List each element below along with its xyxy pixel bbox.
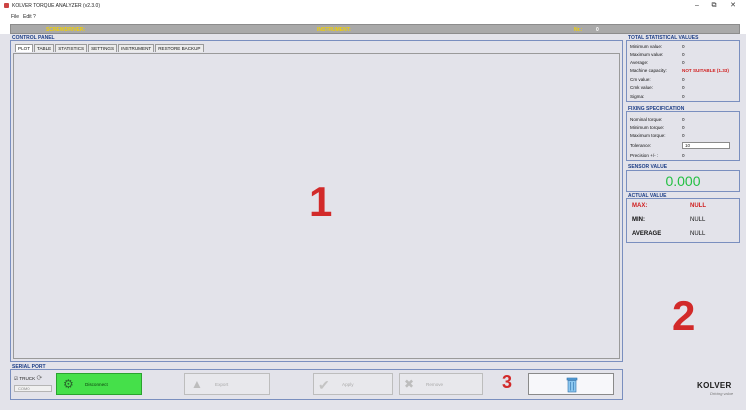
stat-capacity-value: NOT SUITABLE (1.33) xyxy=(682,68,729,73)
tolerance-input[interactable]: 10 xyxy=(682,142,730,149)
stat-min-value: 0 xyxy=(682,44,685,49)
plug-icon: ⚙ xyxy=(63,377,74,391)
stat-cm-value: 0 xyxy=(682,77,685,82)
actual-average-value: NULL xyxy=(690,231,706,237)
refresh-icon[interactable]: ⟳ xyxy=(36,375,42,382)
precision-label: Precision +/- : xyxy=(630,153,659,158)
count-label: Nr.: xyxy=(574,27,583,33)
stat-max-value: 0 xyxy=(682,52,685,57)
apply-label: Apply xyxy=(342,382,354,387)
export-icon: ▲ xyxy=(191,377,203,391)
actual-max-value: NULL xyxy=(690,203,706,209)
instrument-label: INSTRUMENT: xyxy=(317,27,351,33)
kolver-tagline: Driving value xyxy=(710,391,734,396)
maximum-torque-value: 0 xyxy=(682,133,685,138)
stat-cmk-value: 0 xyxy=(682,85,685,90)
tab-settings[interactable]: SETTINGS xyxy=(88,44,118,52)
trash-button[interactable] xyxy=(528,373,614,395)
connect-button[interactable]: ⚙ Disconnect xyxy=(56,373,142,395)
screwdriver-label: SCREWDRIVER: xyxy=(46,27,86,33)
com-port-select[interactable]: COM0 xyxy=(14,385,52,392)
kolver-logo: KOLVER xyxy=(697,381,732,390)
stat-average-label: Average: xyxy=(630,60,649,65)
remove-label: Remove xyxy=(426,382,444,387)
menu-help[interactable]: ? xyxy=(33,14,36,20)
menu-edit[interactable]: Edit xyxy=(23,14,32,20)
tab-table[interactable]: TABLE xyxy=(34,44,55,52)
export-button[interactable]: ▲ Export xyxy=(184,373,270,395)
remove-file-icon: ✖ xyxy=(404,377,415,391)
sensor-value: 0.000 xyxy=(665,173,701,189)
stat-sigma-label: Sigma: xyxy=(630,94,645,99)
maximize-button[interactable]: ⧉ xyxy=(707,1,721,11)
actual-min-value: NULL xyxy=(690,217,706,223)
info-bar: SCREWDRIVER: INSTRUMENT: Nr.: 0 xyxy=(10,24,740,34)
minimize-button[interactable]: – xyxy=(690,1,704,11)
close-button[interactable]: ✕ xyxy=(726,1,740,11)
check-icon: ✔ xyxy=(318,377,330,393)
nominal-torque-label: Nominal torque: xyxy=(630,117,663,122)
control-tabs: PLOT TABLE STATISTICS SETTINGS INSTRUMEN… xyxy=(15,44,205,53)
tab-restore-backup[interactable]: RESTORE BACKUP xyxy=(155,44,204,52)
stat-sigma-value: 0 xyxy=(682,94,685,99)
stat-capacity-label: Machine capacity: xyxy=(630,68,667,73)
app-icon xyxy=(4,3,9,8)
actual-min-label: MIN: xyxy=(632,217,645,223)
truck-toggle[interactable]: ☑ TRUCK ⟳ xyxy=(14,374,42,382)
title-bar: KOLVER TORQUE ANALYZER (v2.3.0) – ⧉ ✕ xyxy=(0,0,746,12)
stat-cmk-label: Cmk value: xyxy=(630,85,653,90)
tab-statistics[interactable]: STATISTICS xyxy=(55,44,88,52)
apply-button[interactable]: ✔ Apply xyxy=(313,373,393,395)
annotation-2: 2 xyxy=(672,292,696,339)
annotation-1: 1 xyxy=(309,178,333,225)
maximum-torque-label: Maximum torque: xyxy=(630,133,666,138)
count-value: 0 xyxy=(596,27,599,33)
tolerance-label: Tolerance: xyxy=(630,143,652,148)
nominal-torque-value: 0 xyxy=(682,117,685,122)
tab-plot[interactable]: PLOT xyxy=(15,44,33,52)
remove-button[interactable]: ✖ Remove xyxy=(399,373,483,395)
window-title: KOLVER TORQUE ANALYZER (v2.3.0) xyxy=(12,3,100,9)
trash-icon xyxy=(566,377,578,393)
menu-file[interactable]: File xyxy=(11,14,19,20)
stat-cm-label: Cm value: xyxy=(630,77,651,82)
menu-bar: File Edit ? xyxy=(0,12,746,21)
tab-instrument[interactable]: INSTRUMENT xyxy=(118,44,155,52)
actual-average-label: AVERAGE xyxy=(632,231,662,237)
actual-max-label: MAX: xyxy=(632,203,648,209)
truck-label: TRUCK xyxy=(19,376,36,381)
stat-max-label: Maximum value: xyxy=(630,52,664,57)
precision-value: 0 xyxy=(682,153,685,158)
export-label: Export xyxy=(215,382,229,387)
minimum-torque-label: Minimum torque: xyxy=(630,125,665,130)
stat-min-label: Minimum value: xyxy=(630,44,663,49)
connect-label: Disconnect xyxy=(85,382,108,387)
stat-average-value: 0 xyxy=(682,60,685,65)
minimum-torque-value: 0 xyxy=(682,125,685,130)
truck-checkbox-icon: ☑ xyxy=(14,376,19,381)
